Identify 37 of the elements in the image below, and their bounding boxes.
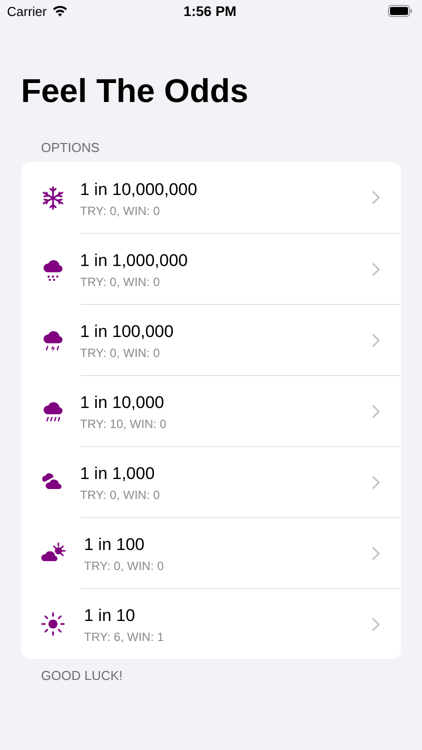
- battery-icon: [388, 5, 413, 17]
- section-header: OPTIONS: [41, 140, 101, 155]
- option-title: 1 in 100,000: [80, 322, 175, 342]
- option-stats: TRY: 10, WIN: 0: [80, 417, 168, 431]
- carrier-name: Carrier: [7, 4, 47, 18]
- chevron-icon: [372, 191, 380, 204]
- option-stats: TRY: 0, WIN: 0: [84, 559, 165, 573]
- chevron-icon: [372, 618, 380, 630]
- option-row[interactable]: 1 in 100 TRY: 0, WIN: 0: [21, 517, 401, 588]
- option-stats: TRY: 0, WIN: 0: [80, 346, 161, 360]
- option-title: 1 in 1,000,000: [80, 251, 189, 271]
- option-row[interactable]: 1 in 1,000,000 TRY: 0, WIN: 0: [21, 233, 401, 304]
- page-title: Feel The Odds: [21, 72, 250, 110]
- chevron-icon: [372, 334, 380, 346]
- option-row[interactable]: 1 in 10,000 TRY: 10, WIN: 0: [21, 375, 401, 446]
- option-row[interactable]: 1 in 10,000,000 TRY: 0, WIN: 0: [21, 162, 401, 233]
- chevron-icon: [372, 546, 380, 560]
- option-stats: TRY: 0, WIN: 0: [80, 204, 161, 218]
- option-stats: TRY: 0, WIN: 0: [80, 275, 161, 289]
- wifi-icon: [52, 5, 68, 17]
- option-row[interactable]: 1 in 100,000 TRY: 0, WIN: 0: [21, 304, 401, 375]
- option-title: 1 in 10,000,000: [80, 180, 198, 200]
- clock-time: 1:56 PM: [184, 3, 236, 19]
- chevron-icon: [372, 476, 380, 488]
- snowflake-icon: [40, 184, 66, 210]
- option-row[interactable]: 1 in 1,000 TRY: 0, WIN: 0: [21, 446, 401, 517]
- sun-icon: [40, 611, 66, 637]
- option-title: 1 in 10: [84, 606, 136, 626]
- chevron-icon: [372, 404, 380, 418]
- option-title: 1 in 100: [84, 535, 146, 555]
- chevron-icon: [372, 262, 380, 276]
- option-row[interactable]: 1 in 10 TRY: 6, WIN: 1: [21, 588, 401, 659]
- option-title: 1 in 10,000: [80, 393, 166, 413]
- option-title: 1 in 1,000: [80, 464, 156, 484]
- section-footer: GOOD LUCK!: [41, 668, 422, 683]
- option-stats: TRY: 6, WIN: 1: [84, 630, 165, 644]
- option-stats: TRY: 0, WIN: 0: [80, 488, 161, 502]
